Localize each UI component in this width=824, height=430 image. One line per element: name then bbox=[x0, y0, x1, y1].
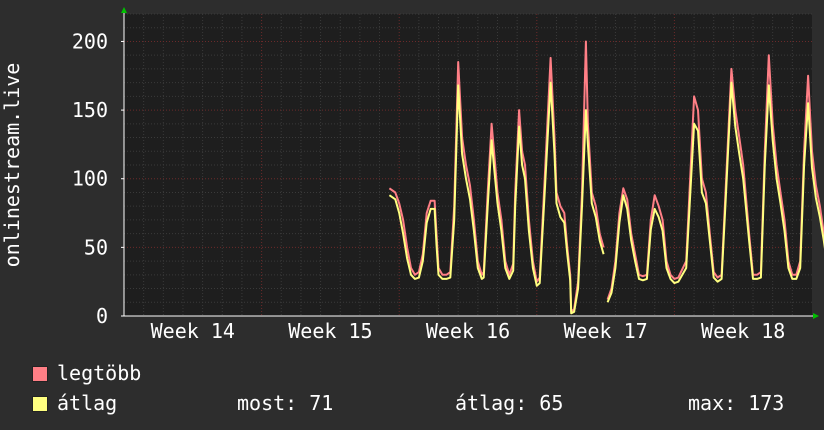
x-axis-arrow bbox=[813, 313, 819, 319]
chart: 0 50 100 150 200 Week 14 Week 15 Week 16 Week 17… bbox=[0, 7, 824, 343]
stat-average: átlag: 65 bbox=[455, 391, 564, 415]
legend-avg-swatch bbox=[32, 396, 48, 412]
legend-max-label: legtöbb bbox=[57, 361, 142, 385]
stat-max: max: 173 bbox=[688, 391, 785, 415]
x-tick-label: Week 18 bbox=[701, 319, 785, 343]
y-axis-arrow bbox=[121, 7, 127, 13]
y-tick-label: 150 bbox=[72, 98, 108, 122]
legend-max-swatch bbox=[32, 366, 48, 382]
x-tick-label: Week 15 bbox=[288, 319, 372, 343]
x-tick-label: Week 14 bbox=[151, 319, 235, 343]
x-tick-label: Week 16 bbox=[426, 319, 510, 343]
y-tick-label: 100 bbox=[72, 167, 108, 191]
y-tick-label: 50 bbox=[84, 235, 108, 259]
x-tick-label: Week 17 bbox=[563, 319, 647, 343]
y-axis-label: onlinestream.live bbox=[0, 63, 24, 268]
legend-avg-label: átlag bbox=[57, 391, 118, 415]
y-tick-label: 0 bbox=[96, 304, 108, 328]
stat-now: most: 71 bbox=[237, 391, 334, 415]
plot-area bbox=[124, 14, 812, 316]
y-tick-label: 200 bbox=[72, 29, 108, 53]
